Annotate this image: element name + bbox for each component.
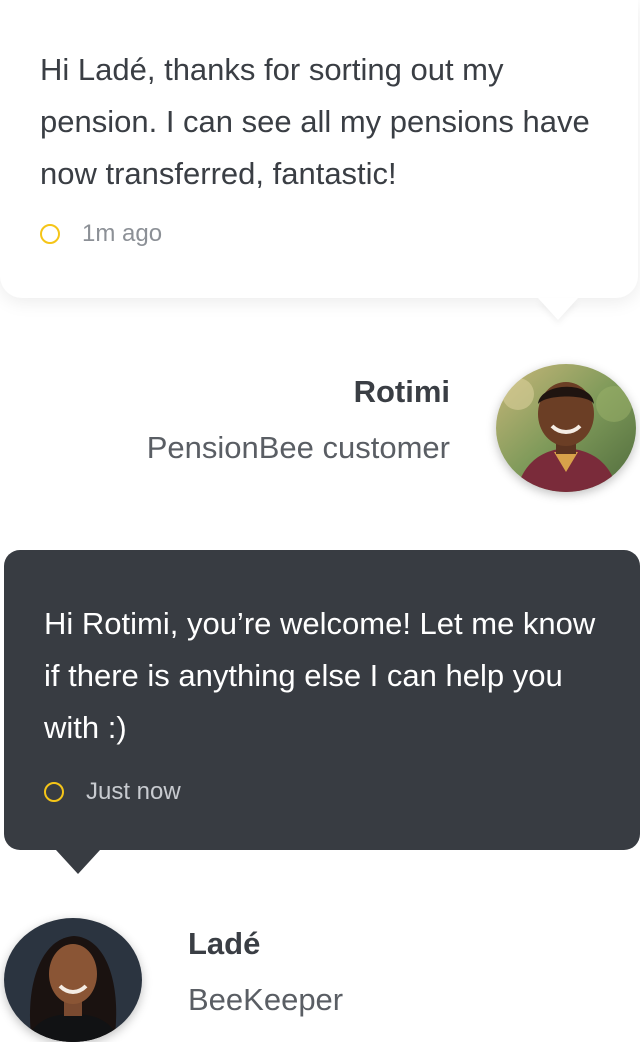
keeper-identity: Ladé BeeKeeper: [188, 924, 343, 1020]
clock-icon: [44, 782, 64, 802]
customer-message-bubble: Hi Ladé, thanks for sorting out my pensi…: [0, 0, 638, 298]
customer-photo-icon: [496, 364, 636, 492]
customer-message-meta: 1m ago: [40, 214, 598, 254]
customer-name: Rotimi: [353, 374, 450, 409]
keeper-message-bubble: Hi Rotimi, you’re welcome! Let me know i…: [4, 550, 640, 874]
keeper-message-meta: Just now: [44, 772, 600, 812]
message-timestamp: 1m ago: [82, 220, 163, 247]
keeper-message-text: Hi Rotimi, you’re welcome! Let me know i…: [44, 606, 596, 745]
message-timestamp: Just now: [86, 778, 181, 805]
keeper-name: Ladé: [188, 926, 261, 961]
customer-avatar: [496, 364, 636, 492]
keeper-photo-icon: [4, 918, 142, 1042]
keeper-avatar: [4, 918, 142, 1042]
customer-identity: Rotimi PensionBee customer: [147, 372, 450, 468]
keeper-role: BeeKeeper: [188, 982, 344, 1017]
clock-icon: [40, 224, 60, 244]
customer-message-text: Hi Ladé, thanks for sorting out my pensi…: [40, 52, 590, 191]
customer-role: PensionBee customer: [146, 430, 450, 465]
